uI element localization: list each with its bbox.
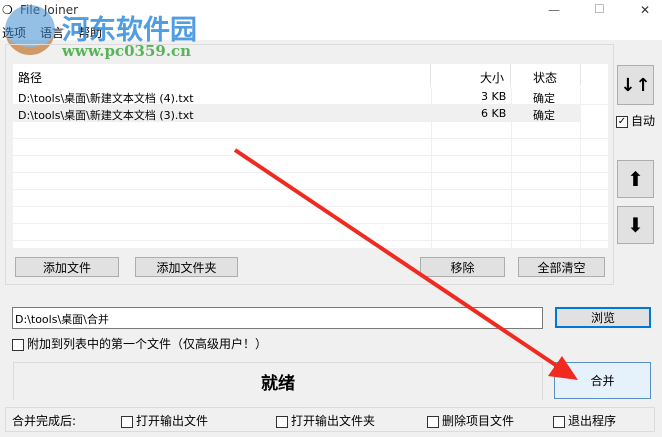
annotation-arrow-icon — [233, 148, 578, 380]
